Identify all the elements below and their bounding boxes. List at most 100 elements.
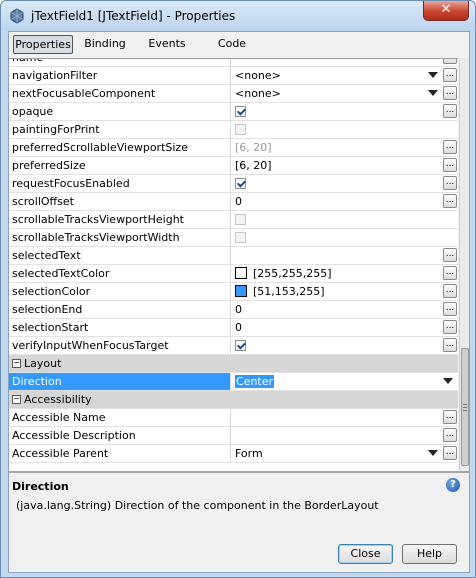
property-value[interactable] bbox=[232, 409, 458, 426]
property-row-paintingforprint[interactable]: paintingForPrint bbox=[9, 121, 458, 139]
title-bar[interactable]: jTextField1 [JTextField] - Properties ✕ bbox=[1, 1, 475, 31]
property-name[interactable]: selectionStart bbox=[9, 319, 231, 336]
property-row-verifyinputwhenfocustarget[interactable]: verifyInputWhenFocusTarget... bbox=[9, 337, 458, 355]
property-value[interactable] bbox=[232, 103, 458, 120]
dropdown-arrow-icon[interactable] bbox=[443, 378, 453, 384]
property-name[interactable]: Direction bbox=[9, 373, 231, 390]
property-row-navigationfilter[interactable]: navigationFilter <none>... bbox=[9, 67, 458, 85]
help-button[interactable]: Help bbox=[402, 544, 457, 564]
property-value[interactable]: [51,153,255] bbox=[232, 283, 458, 300]
property-value[interactable]: 0 bbox=[232, 193, 458, 210]
property-name[interactable]: scrollOffset bbox=[9, 193, 231, 210]
custom-editor-button[interactable]: ... bbox=[443, 320, 457, 334]
property-value[interactable]: Center bbox=[232, 373, 458, 390]
property-value[interactable]: [6, 20] bbox=[232, 157, 458, 174]
property-name[interactable]: Accessible Description bbox=[9, 427, 231, 444]
tab-properties[interactable]: Properties bbox=[13, 35, 73, 54]
property-name[interactable]: selectionEnd bbox=[9, 301, 231, 318]
tab-code[interactable]: Code bbox=[207, 35, 257, 52]
property-name[interactable]: preferredScrollableViewportSize bbox=[9, 139, 231, 156]
dropdown-arrow-icon[interactable] bbox=[428, 450, 438, 456]
property-value[interactable] bbox=[232, 175, 458, 192]
category-layout[interactable]: − Layout bbox=[9, 355, 458, 373]
value-checkbox[interactable] bbox=[235, 105, 246, 117]
property-row-accessible-parent[interactable]: Accessible Parent Form... bbox=[9, 445, 458, 463]
property-value[interactable]: [255,255,255] bbox=[232, 265, 458, 282]
property-value[interactable] bbox=[232, 247, 458, 264]
property-name[interactable]: Accessible Name bbox=[9, 409, 231, 426]
collapse-icon[interactable]: − bbox=[12, 394, 21, 404]
property-value[interactable] bbox=[232, 337, 458, 354]
custom-editor-button[interactable]: ... bbox=[443, 140, 457, 154]
custom-editor-button[interactable]: ... bbox=[443, 194, 457, 208]
property-row-direction[interactable]: Direction Center bbox=[9, 373, 458, 391]
property-name[interactable]: navigationFilter bbox=[9, 67, 231, 84]
help-icon[interactable]: ? bbox=[446, 478, 460, 492]
property-row-accessible-name[interactable]: Accessible Name... bbox=[9, 409, 458, 427]
property-name[interactable]: paintingForPrint bbox=[9, 121, 231, 138]
category-header[interactable]: − Accessibility bbox=[9, 391, 458, 408]
property-value[interactable] bbox=[232, 427, 458, 444]
property-name[interactable]: selectionColor bbox=[9, 283, 231, 300]
dropdown-arrow-icon[interactable] bbox=[428, 90, 438, 96]
property-name[interactable]: name bbox=[9, 59, 231, 66]
category-accessibility[interactable]: − Accessibility bbox=[9, 391, 458, 409]
property-row-scrolloffset[interactable]: scrollOffset 0... bbox=[9, 193, 458, 211]
property-name[interactable]: nextFocusableComponent bbox=[9, 85, 231, 102]
custom-editor-button[interactable]: ... bbox=[443, 428, 457, 442]
scrollbar-thumb[interactable] bbox=[461, 348, 469, 466]
property-row-preferredscrollableviewportsize[interactable]: preferredScrollableViewportSize [6, 20]..… bbox=[9, 139, 458, 157]
property-row-selectedtextcolor[interactable]: selectedTextColor [255,255,255]... bbox=[9, 265, 458, 283]
close-window-button[interactable]: ✕ bbox=[423, 1, 469, 21]
property-name[interactable]: selectedText bbox=[9, 247, 231, 264]
property-row-selectioncolor[interactable]: selectionColor [51,153,255]... bbox=[9, 283, 458, 301]
custom-editor-button[interactable]: ... bbox=[443, 104, 457, 118]
custom-editor-button[interactable]: ... bbox=[443, 302, 457, 316]
property-name[interactable]: selectedTextColor bbox=[9, 265, 231, 282]
property-name[interactable]: preferredSize bbox=[9, 157, 231, 174]
property-row-nextfocusablecomponent[interactable]: nextFocusableComponent <none>... bbox=[9, 85, 458, 103]
custom-editor-button[interactable]: ... bbox=[443, 176, 457, 190]
property-value[interactable]: <none> bbox=[232, 85, 458, 102]
property-row-preferredsize[interactable]: preferredSize [6, 20]... bbox=[9, 157, 458, 175]
property-row-scrollabletracksviewportheight[interactable]: scrollableTracksViewportHeight bbox=[9, 211, 458, 229]
property-row-name[interactable]: name... bbox=[9, 59, 458, 67]
tab-binding[interactable]: Binding bbox=[79, 35, 131, 52]
property-name[interactable]: Accessible Parent bbox=[9, 445, 231, 462]
property-value[interactable]: 0 bbox=[232, 301, 458, 318]
tab-events[interactable]: Events bbox=[141, 35, 193, 52]
custom-editor-button[interactable]: ... bbox=[443, 248, 457, 262]
custom-editor-button[interactable]: ... bbox=[443, 338, 457, 352]
property-row-selectionstart[interactable]: selectionStart 0... bbox=[9, 319, 458, 337]
value-checkbox[interactable] bbox=[235, 339, 246, 351]
property-name[interactable]: scrollableTracksViewportHeight bbox=[9, 211, 231, 228]
custom-editor-button[interactable]: ... bbox=[443, 59, 457, 64]
property-value[interactable] bbox=[232, 59, 458, 66]
collapse-icon[interactable]: − bbox=[12, 358, 21, 368]
custom-editor-button[interactable]: ... bbox=[443, 410, 457, 424]
property-value[interactable] bbox=[232, 229, 458, 246]
custom-editor-button[interactable]: ... bbox=[443, 266, 457, 280]
property-value[interactable] bbox=[232, 211, 458, 228]
property-value[interactable]: 0 bbox=[232, 319, 458, 336]
custom-editor-button[interactable]: ... bbox=[443, 158, 457, 172]
property-sheet-scrollbar[interactable] bbox=[459, 58, 469, 470]
property-name[interactable]: scrollableTracksViewportWidth bbox=[9, 229, 231, 246]
custom-editor-button[interactable]: ... bbox=[443, 86, 457, 100]
property-value[interactable]: <none> bbox=[232, 67, 458, 84]
dropdown-arrow-icon[interactable] bbox=[428, 72, 438, 78]
property-name[interactable]: verifyInputWhenFocusTarget bbox=[9, 337, 231, 354]
close-button[interactable]: Close bbox=[338, 544, 393, 564]
custom-editor-button[interactable]: ... bbox=[443, 68, 457, 82]
category-header[interactable]: − Layout bbox=[9, 355, 458, 372]
property-value[interactable]: Form bbox=[232, 445, 458, 462]
property-name[interactable]: opaque bbox=[9, 103, 231, 120]
value-checkbox[interactable] bbox=[235, 177, 246, 189]
property-row-accessible-description[interactable]: Accessible Description... bbox=[9, 427, 458, 445]
property-row-scrollabletracksviewportwidth[interactable]: scrollableTracksViewportWidth bbox=[9, 229, 458, 247]
custom-editor-button[interactable]: ... bbox=[443, 284, 457, 298]
property-row-opaque[interactable]: opaque... bbox=[9, 103, 458, 121]
property-value[interactable] bbox=[232, 121, 458, 138]
property-row-requestfocusenabled[interactable]: requestFocusEnabled... bbox=[9, 175, 458, 193]
property-row-selectionend[interactable]: selectionEnd 0... bbox=[9, 301, 458, 319]
